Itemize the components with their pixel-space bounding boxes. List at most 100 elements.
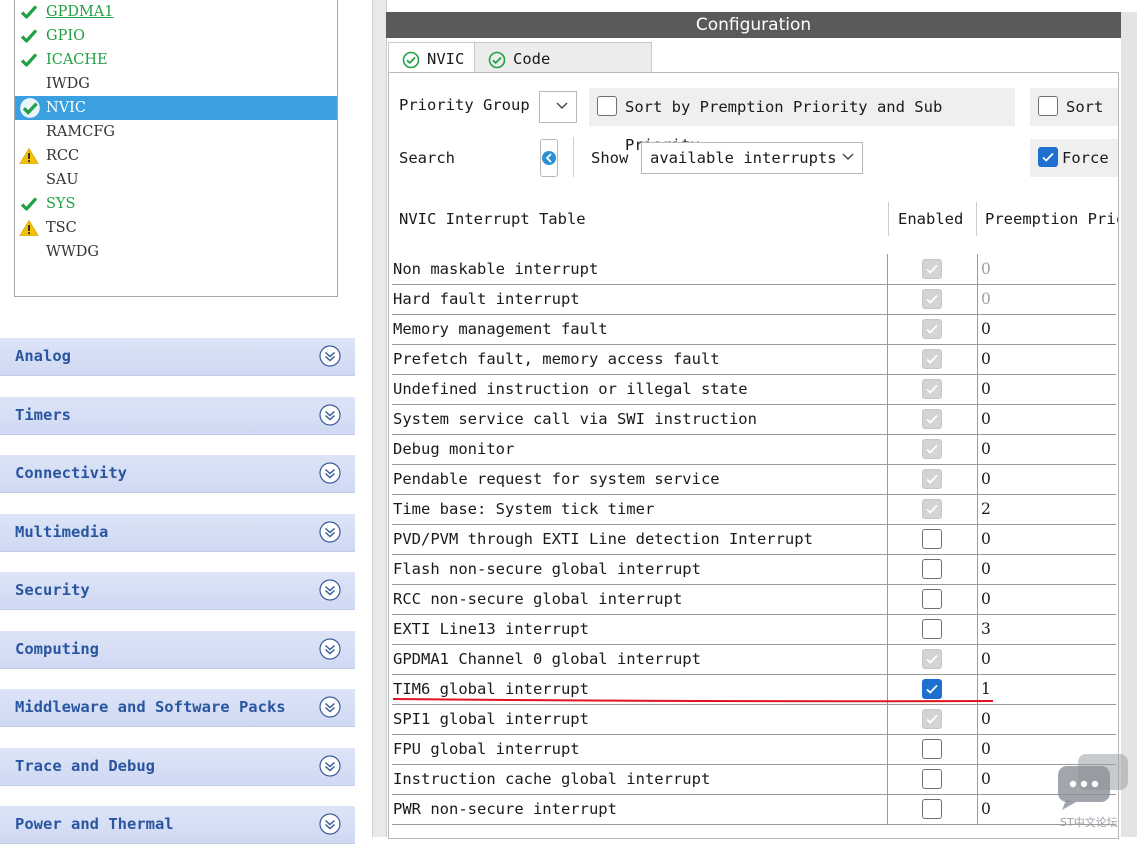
interrupt-row[interactable]: Time base: System tick timer 2	[392, 494, 1116, 525]
sort-other-checkbox[interactable]	[1038, 96, 1058, 116]
interrupt-row[interactable]: PWR non-secure interrupt 0	[392, 794, 1116, 825]
interrupt-row[interactable]: Pendable request for system service 0	[392, 464, 1116, 495]
preemption-priority-value[interactable]: 0	[981, 374, 991, 404]
interrupt-row[interactable]: RCC non-secure global interrupt 0	[392, 584, 1116, 615]
enabled-checkbox[interactable]	[922, 589, 942, 609]
expand-chevron-icon[interactable]	[319, 579, 341, 601]
peripheral-item[interactable]: SAU	[15, 168, 337, 192]
interrupt-name: System service call via SWI instruction	[393, 410, 757, 428]
category-section[interactable]: Timers	[0, 396, 355, 435]
enabled-checkbox[interactable]	[922, 619, 942, 639]
expand-chevron-icon[interactable]	[319, 696, 341, 718]
expand-chevron-icon[interactable]	[319, 813, 341, 835]
expand-chevron-icon[interactable]	[319, 403, 341, 426]
check-icon	[20, 197, 38, 211]
preemption-priority-value[interactable]: 0	[981, 644, 991, 674]
interrupt-row[interactable]: PVD/PVM through EXTI Line detection Inte…	[392, 524, 1116, 555]
category-section[interactable]: Power and Thermal	[0, 806, 355, 844]
preemption-priority-value[interactable]: 0	[981, 464, 991, 494]
peripheral-item[interactable]: ICACHE	[15, 48, 337, 72]
category-section[interactable]: Analog	[0, 338, 355, 376]
preemption-priority-value[interactable]: 2	[981, 494, 991, 524]
expand-chevron-icon[interactable]	[319, 345, 341, 367]
red-underline-annotation	[393, 698, 993, 703]
chat-bubble-icon	[1058, 754, 1128, 810]
interrupt-row[interactable]: EXTI Line13 interrupt 3	[392, 614, 1116, 645]
preemption-priority-value[interactable]: 0	[981, 794, 991, 824]
interrupt-row[interactable]: Flash non-secure global interrupt 0	[392, 554, 1116, 585]
preemption-priority-value[interactable]: 0	[981, 404, 991, 434]
preemption-priority-value[interactable]: 0	[981, 554, 991, 584]
peripheral-item[interactable]: IWDG	[15, 72, 337, 96]
expand-chevron-icon[interactable]	[319, 520, 341, 543]
column-header-name[interactable]: NVIC Interrupt Table	[399, 198, 586, 240]
enabled-checkbox[interactable]	[922, 559, 942, 579]
category-section[interactable]: Security	[0, 572, 355, 610]
preemption-priority-value[interactable]: 0	[981, 584, 991, 614]
tab-code-generation[interactable]: Code generation	[474, 42, 652, 100]
peripheral-item[interactable]: WWDG	[15, 240, 337, 264]
priority-group-dropdown[interactable]	[539, 91, 577, 123]
cell-separator	[977, 284, 978, 314]
interrupt-row[interactable]: Hard fault interrupt 0	[392, 284, 1116, 315]
panel-splitter[interactable]	[372, 0, 387, 837]
enabled-checkbox[interactable]	[922, 529, 942, 549]
category-section[interactable]: Multimedia	[0, 513, 355, 552]
enabled-checkbox	[922, 319, 942, 339]
enabled-checkbox[interactable]	[922, 769, 942, 789]
preemption-priority-value[interactable]: 0	[981, 284, 991, 314]
preemption-priority-value[interactable]: 0	[981, 524, 991, 554]
column-header-preemption[interactable]: Preemption Pric	[985, 198, 1118, 240]
category-section[interactable]: Trace and Debug	[0, 747, 355, 786]
interrupt-name: SPI1 global interrupt	[393, 710, 589, 728]
enabled-checkbox[interactable]	[922, 799, 942, 819]
preemption-priority-value[interactable]: 0	[981, 344, 991, 374]
enabled-checkbox[interactable]	[922, 739, 942, 759]
interrupt-name: PVD/PVM through EXTI Line detection Inte…	[393, 530, 813, 548]
interrupt-row[interactable]: Instruction cache global interrupt 0	[392, 764, 1116, 795]
sort-preemption-option[interactable]: Sort by Premption Priority and Sub Prior…	[589, 88, 1015, 154]
preemption-priority-value[interactable]: 0	[981, 734, 991, 764]
peripheral-item[interactable]: NVIC	[15, 96, 337, 120]
preemption-priority-value[interactable]: 0	[981, 314, 991, 344]
interrupt-row[interactable]: GPDMA1 Channel 0 global interrupt 0	[392, 644, 1116, 675]
checkmark-icon	[926, 294, 938, 304]
cell-separator	[887, 404, 888, 434]
interrupt-row[interactable]: Prefetch fault, memory access fault 0	[392, 344, 1116, 375]
interrupt-row[interactable]: SPI1 global interrupt 0	[392, 704, 1116, 735]
peripheral-item[interactable]: SYS	[15, 192, 337, 216]
preemption-priority-value[interactable]: 0	[981, 764, 991, 794]
peripheral-item[interactable]: GPIO	[15, 24, 337, 48]
interrupt-row[interactable]: System service call via SWI instruction 0	[392, 404, 1116, 435]
category-section[interactable]: Middleware and Software Packs	[0, 689, 355, 727]
preemption-priority-value[interactable]: 0	[981, 704, 991, 734]
peripheral-item[interactable]: TSC	[15, 216, 337, 240]
category-section[interactable]: Connectivity	[0, 455, 355, 493]
category-label: Computing	[15, 639, 99, 658]
interrupt-row[interactable]: FPU global interrupt 0	[392, 734, 1116, 765]
show-dropdown[interactable]: available interrupts	[641, 142, 863, 174]
force-checkbox[interactable]	[1038, 147, 1058, 167]
expand-chevron-icon[interactable]	[319, 637, 341, 660]
interrupt-row[interactable]: Undefined instruction or illegal state 0	[392, 374, 1116, 405]
enabled-checkbox	[922, 709, 942, 729]
interrupt-row[interactable]: Non maskable interrupt 0	[392, 254, 1116, 285]
column-header-enabled[interactable]: Enabled	[898, 198, 963, 240]
expand-chevron-icon[interactable]	[319, 462, 341, 484]
preemption-priority-value[interactable]: 3	[981, 614, 991, 644]
preemption-priority-value[interactable]: 0	[981, 254, 991, 284]
preemption-priority-value[interactable]: 0	[981, 434, 991, 464]
sort-preemption-checkbox[interactable]	[597, 96, 617, 116]
category-section[interactable]: Computing	[0, 630, 355, 669]
enabled-checkbox[interactable]	[922, 679, 942, 699]
sort-other-option[interactable]: Sort b	[1030, 88, 1118, 126]
interrupt-row[interactable]: Debug monitor 0	[392, 434, 1116, 465]
search-button[interactable]	[540, 139, 558, 177]
interrupt-row[interactable]: Memory management fault 0	[392, 314, 1116, 345]
force-option[interactable]: Force	[1030, 139, 1118, 177]
peripheral-item[interactable]: RAMCFG	[15, 120, 337, 144]
peripheral-item[interactable]: GPDMA1	[15, 0, 337, 24]
tab-nvic[interactable]: NVIC	[388, 42, 476, 73]
peripheral-item[interactable]: RCC	[15, 144, 337, 168]
expand-chevron-icon[interactable]	[319, 754, 341, 777]
